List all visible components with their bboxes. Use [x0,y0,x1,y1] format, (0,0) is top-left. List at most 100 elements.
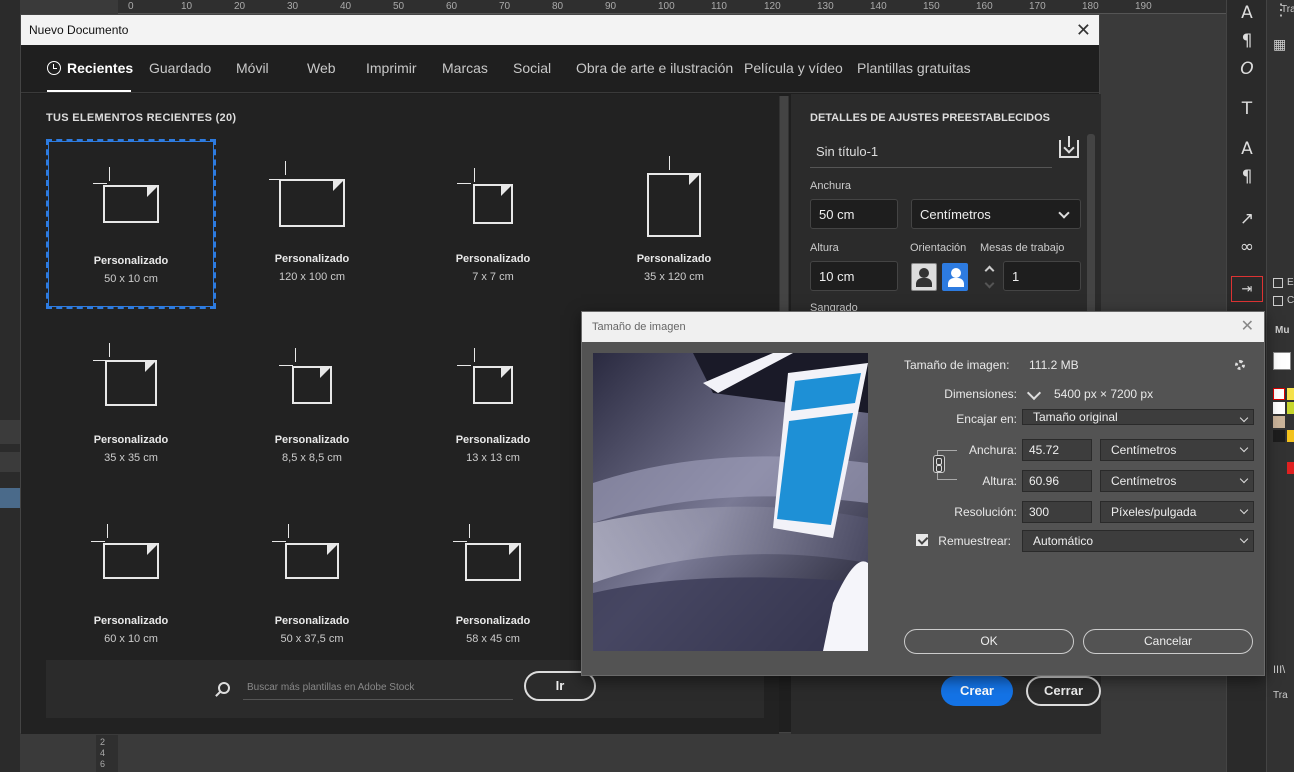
save-preset-icon[interactable] [1059,136,1079,158]
swatch-yellow[interactable] [1287,388,1294,400]
resolution-unit-dropdown[interactable]: Píxeles/pulgada [1100,501,1254,523]
frame-icon[interactable]: ⇥ [1231,276,1263,302]
recent-item[interactable]: Personalizado 7 x 7 cm [408,139,578,309]
item-name: Personalizado [636,253,712,265]
horizontal-ruler: 0 10 20 30 40 50 60 70 80 90 100 110 120 130 140 150 160… [118,0,1226,14]
checkbox-c[interactable] [1273,296,1283,306]
para-style-icon[interactable]: ¶ [1231,164,1263,190]
tab-guardado[interactable]: Guardado [149,60,211,76]
swatch-red[interactable] [1287,462,1294,474]
paragraph-icon[interactable]: ¶ [1231,28,1263,54]
recent-title-text: TUS ELEMENTOS RECIENTES [46,112,213,124]
tab-movil[interactable]: Móvil [236,60,269,76]
crop-mark [93,183,107,184]
height-field[interactable]: 10 cm [810,261,898,291]
glyph-icon[interactable]: O [1231,56,1263,82]
fill-swatch[interactable] [1273,352,1291,370]
type-on-path-icon[interactable]: T [1231,96,1263,122]
swatch-paper[interactable] [1273,402,1285,414]
recent-item[interactable]: Personalizado 8,5 x 8,5 cm [227,320,397,490]
width-field[interactable]: 50 cm [810,199,898,229]
swatch-tan[interactable] [1273,416,1285,428]
type-icon[interactable]: A [1231,0,1263,26]
export-icon[interactable]: ↗ [1231,206,1263,232]
panel-tab-label[interactable]: Tra [1281,4,1294,15]
recent-item[interactable]: Personalizado 120 x 100 cm [227,139,397,309]
resample-dropdown[interactable]: Automático [1022,530,1254,552]
checkbox-e[interactable] [1273,278,1283,288]
resolution-field[interactable]: 300 [1022,501,1092,523]
recent-item[interactable]: Personalizado 13 x 13 cm [408,320,578,490]
tab-imprimir[interactable]: Imprimir [366,60,417,76]
fit-to-label: Encajar en: [956,412,1017,426]
recent-item[interactable]: Personalizado 60 x 10 cm [46,501,216,671]
fit-to-dropdown[interactable]: Tamaño original [1022,409,1254,425]
gear-icon[interactable] [1235,360,1245,370]
item-name: Personalizado [93,615,169,627]
ok-button[interactable]: OK [904,629,1074,654]
recent-count: (20) [215,112,237,124]
chevron-up-icon[interactable] [984,265,995,276]
image-preview[interactable] [593,353,868,651]
crop-mark [469,524,470,538]
width-unit-dropdown[interactable]: Centímetros [1100,439,1254,461]
panel-tab-label[interactable]: Tra [1273,690,1288,701]
dialog-titlebar: Nuevo Documento ✕ [21,15,1099,45]
ruler-tick-label: 60 [446,1,458,12]
height-unit-dropdown[interactable]: Centímetros [1100,470,1254,492]
landscape-button[interactable] [942,263,968,291]
cancel-button[interactable]: Cancelar [1083,629,1253,654]
close-button[interactable]: Cerrar [1026,676,1101,706]
tab-plantillas[interactable]: Plantillas gratuitas [857,60,971,76]
item-size: 58 x 45 cm [466,633,520,645]
artboards-stepper[interactable] [981,263,999,293]
ruler-tick-label: 180 [1082,1,1099,12]
swatch-none[interactable] [1273,388,1285,400]
crop-mark [669,156,670,170]
units-dropdown[interactable]: Centímetros [911,199,1081,229]
tab-social[interactable]: Social [513,60,551,76]
constrain-link-icon[interactable] [933,455,945,473]
ruler-tick-label: 4 [100,748,106,758]
create-button[interactable]: Crear [941,676,1013,706]
swatch-green[interactable] [1287,402,1294,414]
crop-mark [107,524,108,538]
tab-pelicula[interactable]: Película y vídeo [744,60,843,76]
text-style-icon[interactable]: A [1231,136,1263,162]
document-name-field[interactable]: Sin título-1 [810,138,1052,168]
library-icon[interactable]: III\ [1273,664,1285,676]
details-scrollbar[interactable] [1087,134,1095,314]
tab-marcas[interactable]: Marcas [442,60,488,76]
panel-tab-label[interactable]: Mu [1275,325,1289,336]
tab-web[interactable]: Web [307,60,336,76]
document-icon [647,173,701,237]
width-field[interactable]: 45.72 [1022,439,1092,461]
recent-item[interactable]: Personalizado 35 x 35 cm [46,320,216,490]
recent-item[interactable]: Personalizado 50 x 37,5 cm [227,501,397,671]
preview-artwork [593,353,868,651]
grid-icon[interactable]: ▦ [1273,36,1286,53]
ruler-tick-label: 10 [181,1,193,12]
stock-search-input[interactable] [243,676,513,700]
orientation-label: Orientación [910,242,967,254]
recent-item[interactable]: Personalizado 50 x 10 cm [46,139,216,309]
link-icon[interactable]: ∞ [1231,234,1263,260]
recent-item[interactable]: Personalizado 35 x 120 cm [589,139,759,309]
height-field[interactable]: 60.96 [1022,470,1092,492]
tab-obra-de-arte[interactable]: Obra de arte e ilustración [576,60,733,76]
chevron-down-icon[interactable] [984,278,995,289]
recent-item[interactable]: Personalizado 58 x 45 cm [408,501,578,671]
ruler-tick-label: 2 [100,737,106,747]
right-collapsed-panel: ⋮ Tra ▦ E C Mu III\ Tra [1266,0,1294,772]
swatch-orange[interactable] [1287,430,1294,442]
artboards-field[interactable]: 1 [1003,261,1081,291]
panel-strip [0,420,20,444]
swatch-black[interactable] [1273,430,1285,442]
document-icon [285,543,339,579]
portrait-button[interactable] [911,263,937,291]
artboards-label: Mesas de trabajo [980,242,1065,254]
close-icon[interactable]: ✕ [1241,312,1254,342]
close-icon[interactable]: ✕ [1076,15,1091,45]
chevron-down-icon[interactable] [1026,385,1042,401]
tab-recientes[interactable]: Recientes [47,60,133,76]
